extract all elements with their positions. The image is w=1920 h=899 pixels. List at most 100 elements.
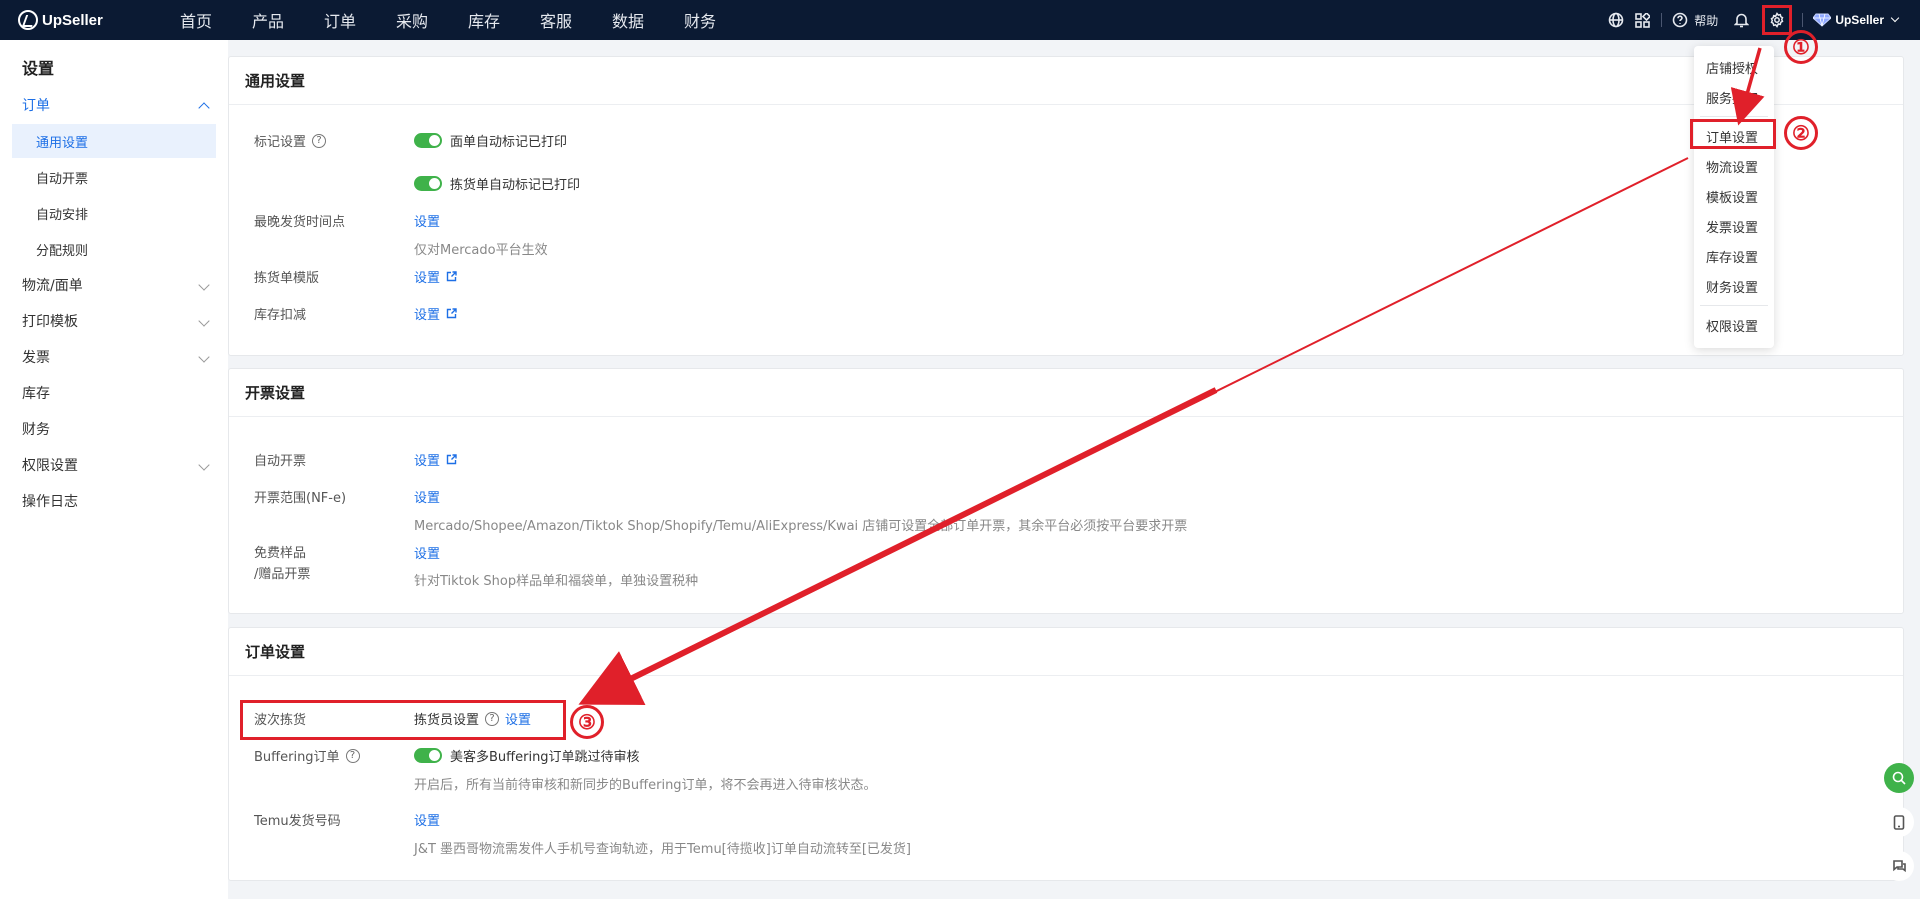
sidebar-item-inventory[interactable]: 库存 — [0, 376, 228, 410]
nav-purchase[interactable]: 采购 — [376, 8, 448, 32]
mobile-float-button[interactable] — [1884, 807, 1914, 837]
chat-float-button[interactable] — [1884, 851, 1914, 881]
chevron-down-icon — [198, 279, 210, 291]
chevron-down-icon — [198, 351, 210, 363]
nav-finance[interactable]: 财务 — [664, 8, 736, 32]
external-link-icon[interactable] — [446, 308, 457, 319]
auto-invoice-row: 设置 — [414, 450, 457, 469]
sidebar-item-invoice[interactable]: 发票 — [0, 340, 228, 374]
invoice-range-row: 设置 — [414, 487, 440, 506]
sidebar-item-label: 打印模板 — [22, 314, 78, 330]
menu-item-invoice-settings[interactable]: 发票设置 — [1694, 211, 1774, 241]
globe-icon[interactable] — [1607, 12, 1625, 28]
buffering-toggle-row: 美客多Buffering订单跳过待审核 — [414, 746, 640, 765]
latest-ship-row: 设置 — [414, 211, 440, 230]
auto-invoice-link[interactable]: 设置 — [414, 450, 440, 469]
nav-products[interactable]: 产品 — [232, 8, 304, 32]
temu-ship-number-link[interactable]: 设置 — [414, 810, 440, 829]
external-link-icon[interactable] — [446, 454, 457, 465]
user-menu[interactable]: UpSeller — [1813, 13, 1900, 27]
menu-item-finance-settings[interactable]: 财务设置 — [1694, 271, 1774, 301]
stock-deduct-row: 设置 — [414, 304, 457, 323]
invoice-range-label: 开票范围(NF-e) — [254, 491, 347, 506]
sidebar-item-order[interactable]: 订单 — [0, 88, 228, 122]
search-icon — [1892, 771, 1906, 785]
section-title: 订单设置 — [229, 628, 1903, 676]
sidebar-item-operation-log[interactable]: 操作日志 — [0, 484, 228, 518]
picklist-template-link[interactable]: 设置 — [414, 267, 440, 286]
section-title: 通用设置 — [229, 57, 1903, 105]
picklist-auto-mark-toggle[interactable] — [414, 176, 442, 191]
latest-ship-link[interactable]: 设置 — [414, 211, 440, 230]
sidebar-item-label: 自动安排 — [36, 207, 89, 223]
stock-deduct-label: 库存扣减 — [254, 308, 307, 323]
auto-invoice-label: 自动开票 — [254, 454, 307, 469]
sidebar-item-label: 分配规则 — [36, 243, 89, 259]
free-sample-hint: 针对Tiktok Shop样品单和福袋单，单独设置税种 — [414, 574, 699, 589]
menu-item-inventory-settings[interactable]: 库存设置 — [1694, 241, 1774, 271]
sidebar-item-print-template[interactable]: 打印模板 — [0, 304, 228, 338]
sidebar-item-label: 库存 — [22, 386, 50, 402]
settings-dropdown: 店铺授权 服务授权 订单设置 物流设置 模板设置 发票设置 库存设置 财务设置 … — [1694, 46, 1774, 348]
buffering-hint: 开启后，所有当前待审核和新同步的Buffering订单，将不会再进入待审核状态。 — [414, 778, 877, 793]
divider — [1661, 13, 1663, 27]
buffering-skip-review-toggle[interactable] — [414, 748, 442, 763]
menu-item-template-settings[interactable]: 模板设置 — [1694, 181, 1774, 211]
toggle-label: 面单自动标记已打印 — [450, 135, 568, 150]
step-number-1: ① — [1784, 30, 1818, 64]
stock-deduct-link[interactable]: 设置 — [414, 304, 440, 323]
free-sample-link[interactable]: 设置 — [414, 543, 440, 562]
general-settings-card: 通用设置 标记设置 ? 面单自动标记已打印 拣货单自动标记已打印 最晚发货时间点… — [228, 56, 1904, 356]
mobile-phone-icon — [1893, 814, 1905, 830]
step-number-3: ③ — [570, 705, 604, 739]
toggle-row-waybill: 面单自动标记已打印 — [414, 131, 567, 150]
nav-home[interactable]: 首页 — [160, 8, 232, 32]
buffering-label: Buffering订单 ? — [254, 746, 360, 765]
toggle-label: 拣货单自动标记已打印 — [450, 178, 581, 193]
search-float-button[interactable] — [1884, 763, 1914, 793]
nav-service[interactable]: 客服 — [520, 8, 592, 32]
sidebar-item-label: 物流/面单 — [22, 278, 83, 294]
menu-item-order-settings[interactable]: 订单设置 — [1694, 121, 1774, 151]
nav-inventory[interactable]: 库存 — [448, 8, 520, 32]
help-button[interactable]: 帮助 — [1672, 12, 1718, 29]
toggle-label: 美客多Buffering订单跳过待审核 — [450, 750, 640, 765]
chevron-down-icon — [198, 315, 210, 327]
question-icon[interactable]: ? — [485, 711, 500, 726]
menu-divider — [1700, 116, 1768, 117]
brand-logo[interactable]: UpSeller — [18, 10, 128, 30]
settings-sidebar: 设置 订单 通用设置 自动开票 自动安排 分配规则 物流/面单 打印模板 发票 … — [0, 40, 228, 899]
nav-data[interactable]: 数据 — [592, 8, 664, 32]
invoice-settings-card: 开票设置 自动开票 设置 开票范围(NF-e) 设置 Mercado/Shope… — [228, 368, 1904, 614]
temu-ship-number-row: 设置 — [414, 810, 440, 829]
wave-picking-link[interactable]: 设置 — [505, 709, 531, 728]
sidebar-item-label: 财务 — [22, 422, 50, 438]
question-icon[interactable]: ? — [312, 133, 327, 148]
apps-grid-icon[interactable] — [1633, 12, 1651, 28]
bell-icon[interactable] — [1732, 12, 1750, 28]
menu-divider — [1700, 305, 1768, 306]
nav-orders[interactable]: 订单 — [304, 8, 376, 32]
menu-item-service-auth[interactable]: 服务授权 — [1694, 82, 1774, 112]
sidebar-item-general-settings[interactable]: 通用设置 — [12, 124, 216, 158]
sidebar-item-allocation-rules[interactable]: 分配规则 — [0, 232, 228, 266]
order-settings-card: 订单设置 波次拣货 拣货员设置 ? 设置 Buffering订单 ? 美客多Bu… — [228, 627, 1904, 881]
sidebar-item-finance[interactable]: 财务 — [0, 412, 228, 446]
section-title: 开票设置 — [229, 369, 1903, 417]
invoice-range-link[interactable]: 设置 — [414, 487, 440, 506]
help-icon — [1672, 12, 1688, 28]
question-icon[interactable]: ? — [345, 748, 360, 763]
main-menu: 首页 产品 订单 采购 库存 客服 数据 财务 — [160, 8, 736, 32]
label-line: 免费样品 — [254, 546, 307, 561]
sidebar-item-logistics[interactable]: 物流/面单 — [0, 268, 228, 302]
menu-item-permission-settings[interactable]: 权限设置 — [1694, 310, 1774, 340]
sidebar-item-auto-invoice[interactable]: 自动开票 — [0, 160, 228, 194]
external-link-icon[interactable] — [446, 271, 457, 282]
sidebar-item-auto-arrange[interactable]: 自动安排 — [0, 196, 228, 230]
menu-item-store-auth[interactable]: 店铺授权 — [1694, 52, 1774, 82]
settings-gear-button[interactable] — [1762, 5, 1793, 35]
sidebar-item-permissions[interactable]: 权限设置 — [0, 448, 228, 482]
chevron-down-icon — [1890, 13, 1900, 23]
waybill-auto-mark-toggle[interactable] — [414, 133, 442, 148]
menu-item-logistics-settings[interactable]: 物流设置 — [1694, 151, 1774, 181]
